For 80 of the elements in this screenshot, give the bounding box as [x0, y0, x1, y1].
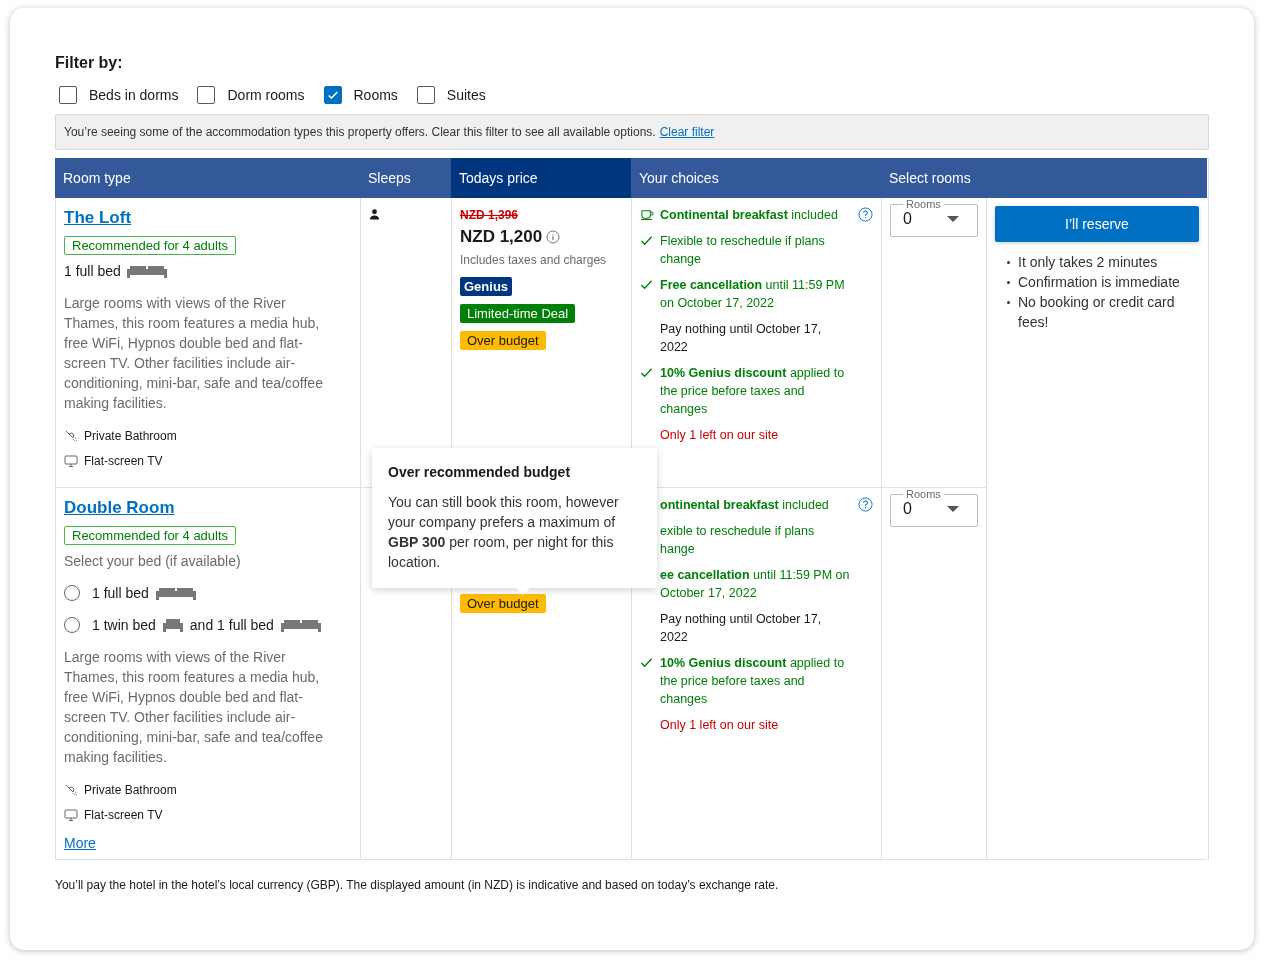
help-icon[interactable]	[858, 497, 873, 512]
column-header: Todays price	[451, 158, 631, 198]
benefit-text: It only takes 2 minutes	[1018, 253, 1158, 272]
old-price: NZD 1,396	[460, 208, 520, 222]
choice-text: Pay nothing until October 17, 2022	[660, 321, 823, 356]
shower-icon	[64, 429, 78, 443]
rooms-select[interactable]: Rooms 0	[890, 198, 978, 237]
check-icon	[640, 656, 653, 669]
rooms-select[interactable]: Rooms 0	[890, 488, 978, 527]
facility-text: Private Bathroom	[84, 429, 177, 443]
column-header: Select rooms	[881, 158, 986, 198]
choice-text: 10% Genius discount applied to the price before taxes and changes	[660, 365, 846, 418]
filter-title: Filter by:	[55, 54, 124, 72]
room-description: Large rooms with views of the River Thames, this room features a media hub, free WiFi, Hypnos double bed and flat-screen TV. Other facilities include air-conditioning, mini-bar, safe and tea/coffee making facilities.	[64, 648, 324, 767]
clear-filter-link[interactable]: Clear filter	[659, 125, 715, 139]
select-value: 0	[903, 210, 912, 228]
checkbox[interactable]	[416, 86, 435, 104]
more-link[interactable]: More	[64, 835, 96, 851]
checkbox[interactable]	[323, 86, 342, 104]
column-header: Room type	[55, 158, 360, 198]
filter-label[interactable]: Dorm rooms	[227, 87, 305, 103]
bed-prompt: Select your bed (if available)	[64, 553, 242, 569]
choice-text: ontinental breakfast included	[660, 497, 830, 514]
choice-text: exible to reschedule if plans hange	[660, 523, 816, 558]
check-icon	[640, 366, 653, 379]
check-icon	[640, 234, 653, 247]
tooltip-title: Over recommended budget	[388, 464, 572, 480]
double-bed-icon	[154, 586, 197, 600]
benefit-text: No booking or credit card fees!	[1018, 293, 1176, 332]
choice-text: Continental breakfast included	[660, 207, 839, 224]
bed-text: 1 twin bed	[92, 617, 156, 633]
bed-text: and 1 full bed	[189, 617, 274, 633]
currency-footnote: You’ll pay the hotel in the hotel’s local currency (GBP). The displayed amount (in NZD) is indicative and based on today’s exchange rate.	[55, 878, 780, 892]
choice-text: 10% Genius discount applied to the price before taxes and changes	[660, 655, 846, 708]
tv-icon	[64, 454, 78, 468]
choice-text: ee cancellation until 11:59 PM on October 17, 2022	[660, 567, 850, 602]
choice-text: Flexible to reschedule if plans change	[660, 233, 826, 268]
notice-text: You’re seeing some of the accommodation types this property offers. Clear this filter to see all available options.	[64, 125, 656, 139]
facility-text: Flat-screen TV	[84, 454, 163, 468]
choice-text: Pay nothing until October 17, 2022	[660, 611, 823, 646]
recommendation-badge: Recommended for 4 adults	[64, 236, 237, 255]
price-badge: Over budget	[460, 331, 546, 350]
room-name-link[interactable]: Double Room	[64, 498, 175, 517]
caret-icon	[947, 506, 959, 512]
checkbox[interactable]	[59, 86, 77, 104]
facility-text: Private Bathroom	[84, 783, 177, 797]
price-badge: Limited-time Deal	[460, 304, 576, 323]
check-icon	[640, 278, 653, 291]
choice-text: Free cancellation until 11:59 PM on October 17, 2022	[660, 277, 846, 312]
choice-text: Only 1 left on our site	[660, 717, 780, 734]
current-price: NZD 1,200	[460, 227, 543, 247]
room-description: Large rooms with views of the River Thames, this room features a media hub, free WiFi, Hypnos double bed and flat-screen TV. Other facilities include air-conditioning, mini-bar, safe and tea/coffee making facilities.	[64, 294, 324, 413]
help-icon[interactable]	[858, 207, 873, 222]
reserve-button[interactable]: I’ll reserve	[995, 206, 1199, 242]
double-bed-icon	[279, 618, 322, 632]
column-header: Your choices	[631, 158, 881, 198]
choice-text: Only 1 left on our site	[660, 427, 780, 444]
recommendation-badge: Recommended for 4 adults	[64, 526, 237, 545]
price-badge: Over budget	[460, 594, 546, 613]
bed-text: 1 full bed	[64, 263, 121, 279]
facility-text: Flat-screen TV	[84, 808, 163, 822]
checkbox[interactable]	[197, 86, 216, 104]
column-header: Sleeps	[360, 158, 451, 198]
caret-icon	[947, 216, 959, 222]
cup-icon	[640, 208, 655, 221]
price-note: Includes taxes and charges	[460, 253, 608, 267]
shower-icon	[64, 783, 78, 797]
filter-label[interactable]: Rooms	[353, 87, 398, 103]
filter-label[interactable]: Suites	[446, 87, 486, 103]
benefit-text: Confirmation is immediate	[1018, 273, 1180, 292]
double-bed-icon	[125, 264, 168, 278]
room-name-link[interactable]: The Loft	[64, 208, 132, 227]
tooltip-text: You can still book this room, however your company prefers a maximum of GBP 300 per room, per night for this location.	[388, 493, 620, 572]
single-bed-icon	[161, 618, 184, 632]
filter-label[interactable]: Beds in dorms	[89, 87, 179, 103]
tv-icon	[64, 808, 78, 822]
price-badge: Genius	[460, 277, 513, 296]
select-value: 0	[903, 500, 912, 518]
bed-text: 1 full bed	[92, 585, 149, 601]
info-icon[interactable]	[546, 230, 561, 244]
